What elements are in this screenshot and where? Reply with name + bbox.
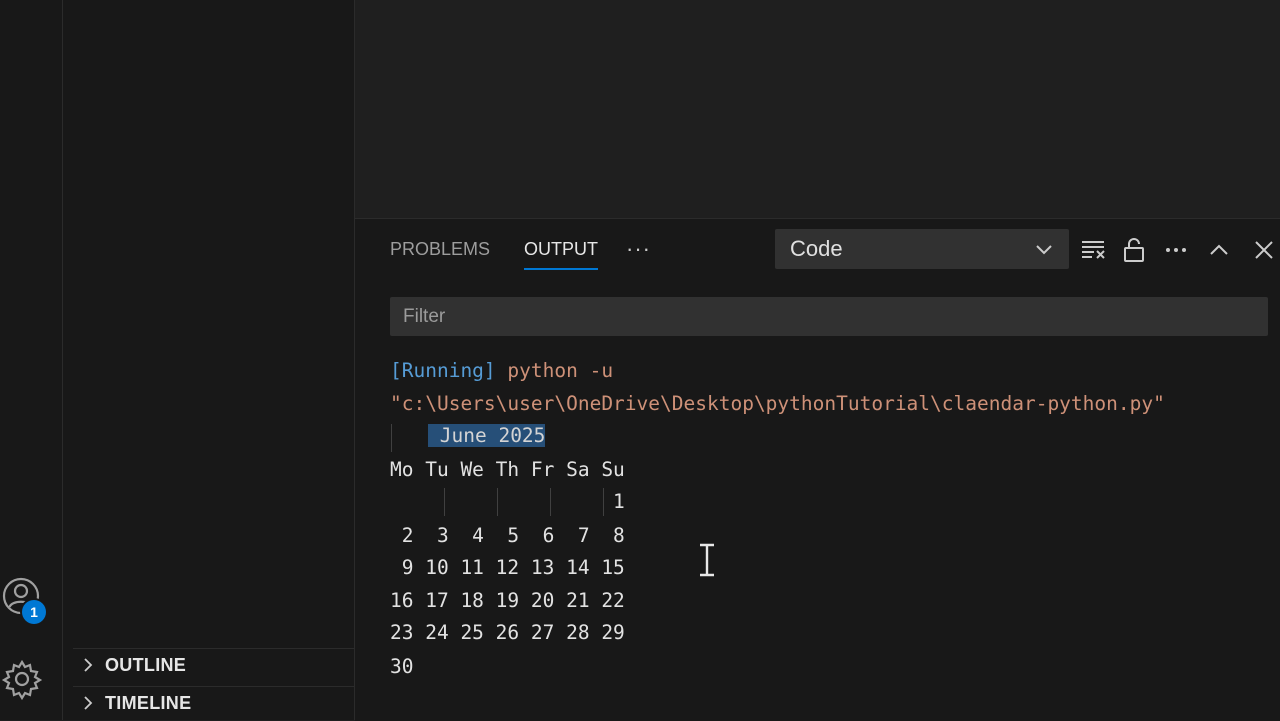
indent-guide xyxy=(444,488,445,516)
filter-input-box[interactable] xyxy=(390,297,1268,336)
timeline-section-header[interactable]: TIMELINE xyxy=(73,686,354,719)
calendar-month-title-line: June 2025 xyxy=(428,424,546,447)
tab-problems-label: PROBLEMS xyxy=(390,239,491,259)
more-tabs-button[interactable]: ··· xyxy=(626,236,651,262)
calendar-week-row: 9 10 11 12 13 14 15 xyxy=(390,556,625,579)
calendar-week-row: 16 17 18 19 20 21 22 xyxy=(390,589,625,612)
editor-area xyxy=(355,0,1280,218)
output-channel-select[interactable]: Code xyxy=(775,229,1069,269)
running-command: python -u xyxy=(507,359,614,382)
chevron-right-icon xyxy=(84,658,93,672)
indent-guide xyxy=(497,488,498,516)
accounts-badge: 1 xyxy=(22,600,46,624)
outline-label: OUTLINE xyxy=(105,654,187,675)
active-tab-indicator xyxy=(524,268,598,270)
indent-guide xyxy=(550,488,551,516)
text-cursor-icon xyxy=(697,543,717,577)
lock-scroll-icon[interactable] xyxy=(1120,236,1148,264)
calendar-week-row: 1 xyxy=(390,490,625,513)
maximize-panel-icon[interactable] xyxy=(1205,236,1233,264)
calendar-week-row: 23 24 25 26 27 28 29 xyxy=(390,621,625,644)
timeline-label: TIMELINE xyxy=(105,692,192,713)
month-title-text: June 2025 xyxy=(439,424,546,447)
sidebar: OUTLINE TIMELINE xyxy=(63,0,355,720)
tab-output[interactable]: OUTPUT xyxy=(524,239,598,270)
chevron-down-icon xyxy=(1036,245,1052,255)
running-tag: [Running] xyxy=(390,359,496,382)
clear-output-icon[interactable] xyxy=(1079,236,1107,264)
calendar-month-title: June 2025 xyxy=(428,424,546,447)
output-line-running: [Running] python -u xyxy=(390,359,613,382)
calendar-week-row: 2 3 4 5 6 7 8 xyxy=(390,524,625,547)
calendar-week-row: 30 xyxy=(390,655,414,678)
filter-input[interactable] xyxy=(401,304,1255,329)
calendar-weekday-header: Mo Tu We Th Fr Sa Su xyxy=(390,458,625,481)
tab-output-label: OUTPUT xyxy=(524,239,598,259)
more-actions-icon[interactable] xyxy=(1162,236,1190,264)
outline-section-header[interactable]: OUTLINE xyxy=(73,648,354,681)
tab-problems[interactable]: PROBLEMS xyxy=(390,239,490,260)
script-path: "c:\Users\user\OneDrive\Desktop\pythonTu… xyxy=(390,392,1165,415)
indent-guide xyxy=(391,424,392,452)
indent-guide xyxy=(603,488,604,516)
output-channel-value: Code xyxy=(790,236,843,261)
settings-gear-icon[interactable] xyxy=(1,658,43,701)
chevron-right-icon xyxy=(84,696,93,710)
close-panel-icon[interactable] xyxy=(1250,236,1278,264)
